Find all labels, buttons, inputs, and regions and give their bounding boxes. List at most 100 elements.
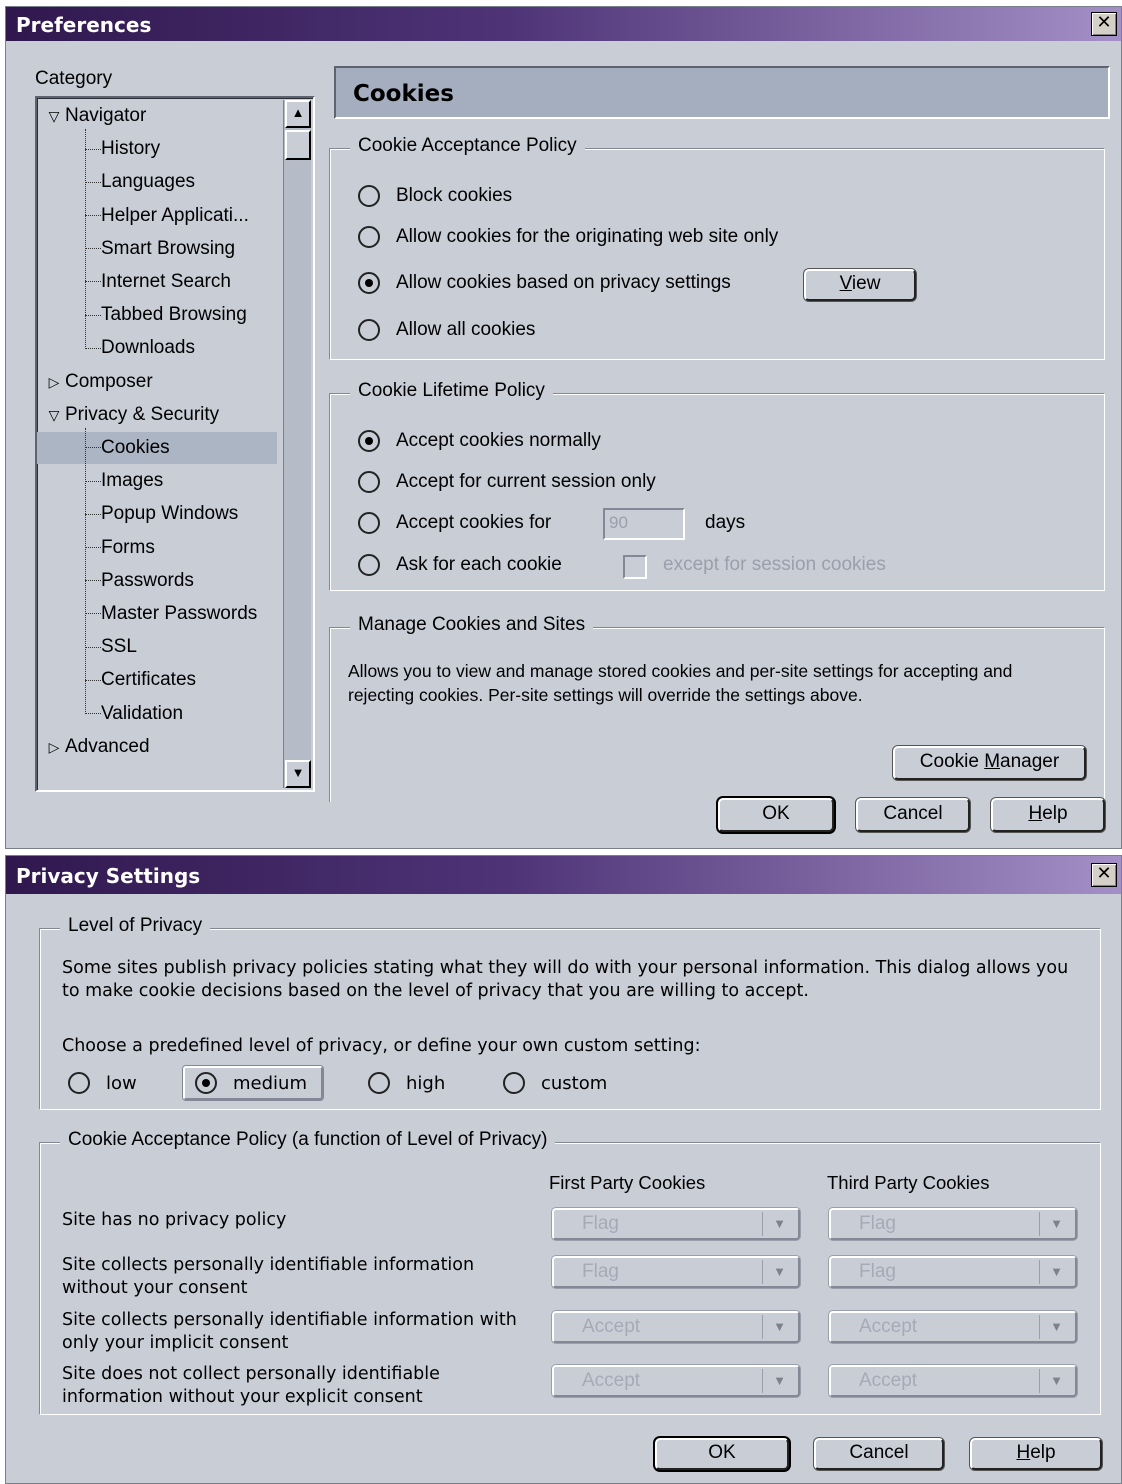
- tree-item[interactable]: ▷ Composer: [37, 366, 277, 398]
- radio-icon[interactable]: [358, 471, 380, 493]
- radio-icon[interactable]: [358, 226, 380, 248]
- tree-item[interactable]: Popup Windows: [37, 498, 277, 530]
- radio-label: Allow cookies based on privacy settings: [396, 272, 731, 293]
- ok-button[interactable]: OK: [718, 798, 834, 832]
- tree-connector: [85, 679, 101, 681]
- third-party-select[interactable]: Accept ▼: [829, 1365, 1077, 1397]
- view-accel: V: [839, 273, 852, 294]
- chevron-down-icon[interactable]: ▼: [762, 1260, 796, 1284]
- close-icon[interactable]: ✕: [1091, 863, 1117, 887]
- privacy-title: Privacy Settings: [16, 864, 201, 888]
- tree-item[interactable]: Languages: [37, 166, 277, 198]
- select-value: Flag: [859, 1261, 896, 1282]
- manage-description: Allows you to view and manage stored coo…: [348, 661, 1013, 705]
- lifetime-group-title: Cookie Lifetime Policy: [350, 380, 553, 402]
- tree-item[interactable]: Passwords: [37, 565, 277, 597]
- tree-item[interactable]: Images: [37, 465, 277, 497]
- first-party-select[interactable]: Flag ▼: [552, 1208, 800, 1240]
- chevron-down-icon[interactable]: ▼: [762, 1369, 796, 1393]
- privacy-ok-button[interactable]: OK: [655, 1438, 789, 1470]
- twisty-collapsed-icon[interactable]: ▷: [43, 731, 65, 763]
- twisty-collapsed-icon[interactable]: ▷: [43, 366, 65, 398]
- radio-allow-originating[interactable]: Allow cookies for the originating web si…: [358, 226, 778, 248]
- radio-ask-each[interactable]: Ask for each cookie: [358, 554, 562, 576]
- tree-item-label: SSL: [101, 636, 137, 658]
- cancel-button[interactable]: Cancel: [856, 798, 970, 832]
- first-party-select[interactable]: Accept ▼: [552, 1365, 800, 1397]
- cookie-manager-button[interactable]: Cookie Manager: [893, 746, 1086, 780]
- first-party-select[interactable]: Accept ▼: [552, 1311, 800, 1343]
- radio-allow-all[interactable]: Allow all cookies: [358, 319, 535, 341]
- tree-item[interactable]: ▷ Advanced: [37, 731, 277, 763]
- policy-group-title: Cookie Acceptance Policy (a function of …: [60, 1129, 556, 1151]
- third-party-select[interactable]: Accept ▼: [829, 1311, 1077, 1343]
- tree-item[interactable]: SSL: [37, 631, 277, 663]
- scroll-thumb[interactable]: [285, 130, 311, 160]
- tree-item[interactable]: Certificates: [37, 664, 277, 696]
- level-radio-custom[interactable]: custom: [503, 1072, 607, 1094]
- privacy-cancel-button[interactable]: Cancel: [814, 1438, 944, 1470]
- help-button[interactable]: Help: [991, 798, 1105, 832]
- radio-icon[interactable]: [358, 430, 380, 452]
- third-party-select[interactable]: Flag ▼: [829, 1256, 1077, 1288]
- panel-title: Cookies: [334, 66, 1110, 119]
- tree-item-label: Internet Search: [101, 271, 231, 292]
- twisty-expanded-icon[interactable]: ▽: [43, 399, 65, 431]
- level-radio-low[interactable]: low: [68, 1072, 137, 1094]
- tree-item[interactable]: Smart Browsing: [37, 233, 277, 265]
- radio-icon[interactable]: [358, 185, 380, 207]
- radio-accept-session[interactable]: Accept for current session only: [358, 471, 656, 493]
- scroll-down-icon[interactable]: ▼: [285, 760, 311, 788]
- radio-accept-normally[interactable]: Accept cookies normally: [358, 430, 601, 452]
- tree-item-label: Navigator: [65, 105, 147, 126]
- radio-allow-privacy[interactable]: Allow cookies based on privacy settings: [358, 272, 731, 294]
- select-value: Flag: [582, 1261, 619, 1282]
- twisty-expanded-icon[interactable]: ▽: [43, 100, 65, 132]
- radio-block-cookies[interactable]: Block cookies: [358, 185, 512, 207]
- tree-item[interactable]: Helper Applicati...: [37, 200, 277, 232]
- tree-item-label: Smart Browsing: [101, 237, 236, 259]
- radio-icon[interactable]: [503, 1072, 525, 1094]
- close-icon[interactable]: ✕: [1091, 12, 1117, 36]
- radio-icon[interactable]: [195, 1072, 217, 1094]
- first-party-select[interactable]: Flag ▼: [552, 1256, 800, 1288]
- tree-item[interactable]: Cookies: [37, 432, 277, 464]
- radio-accept-days[interactable]: Accept cookies for: [358, 512, 551, 534]
- days-input[interactable]: 90: [603, 508, 685, 540]
- radio-icon[interactable]: [358, 554, 380, 576]
- third-party-select[interactable]: Flag ▼: [829, 1208, 1077, 1240]
- tree-scrollbar[interactable]: ▲ ▼: [283, 100, 311, 788]
- radio-icon[interactable]: [358, 272, 380, 294]
- radio-icon[interactable]: [358, 319, 380, 341]
- tree-item[interactable]: ▽ Privacy & Security: [37, 399, 277, 431]
- radio-label: Accept for current session only: [396, 471, 656, 492]
- tree-item[interactable]: Downloads: [37, 332, 277, 364]
- privacy-help-button[interactable]: Help: [970, 1438, 1102, 1470]
- tree-item-label: History: [101, 138, 161, 160]
- tree-item[interactable]: Forms: [37, 532, 277, 564]
- tree-item[interactable]: Master Passwords: [37, 598, 277, 630]
- view-button[interactable]: View: [804, 269, 916, 301]
- radio-icon[interactable]: [368, 1072, 390, 1094]
- tree-item[interactable]: Tabbed Browsing: [37, 299, 277, 331]
- tree-item[interactable]: ▽ Navigator: [37, 100, 277, 132]
- chevron-down-icon[interactable]: ▼: [762, 1315, 796, 1339]
- level-radio-high[interactable]: high: [368, 1072, 445, 1094]
- tree-item[interactable]: Validation: [37, 698, 277, 730]
- choose-level-text: Choose a predefined level of privacy, or…: [62, 1036, 701, 1056]
- scroll-up-icon[interactable]: ▲: [285, 100, 311, 128]
- radio-icon[interactable]: [68, 1072, 90, 1094]
- tree-item[interactable]: History: [37, 133, 277, 165]
- chevron-down-icon[interactable]: ▼: [1039, 1212, 1073, 1236]
- category-tree[interactable]: ▽ Navigator History Languages Helper Applica…: [35, 96, 315, 792]
- manage-group-title: Manage Cookies and Sites: [350, 614, 594, 636]
- chevron-down-icon[interactable]: ▼: [1039, 1315, 1073, 1339]
- tree-item[interactable]: Internet Search: [37, 266, 277, 298]
- chevron-down-icon[interactable]: ▼: [1039, 1260, 1073, 1284]
- except-session-checkbox[interactable]: [623, 555, 647, 579]
- level-radio-medium[interactable]: medium: [183, 1066, 323, 1100]
- tree-connector: [85, 314, 101, 316]
- chevron-down-icon[interactable]: ▼: [1039, 1369, 1073, 1393]
- radio-icon[interactable]: [358, 512, 380, 534]
- chevron-down-icon[interactable]: ▼: [762, 1212, 796, 1236]
